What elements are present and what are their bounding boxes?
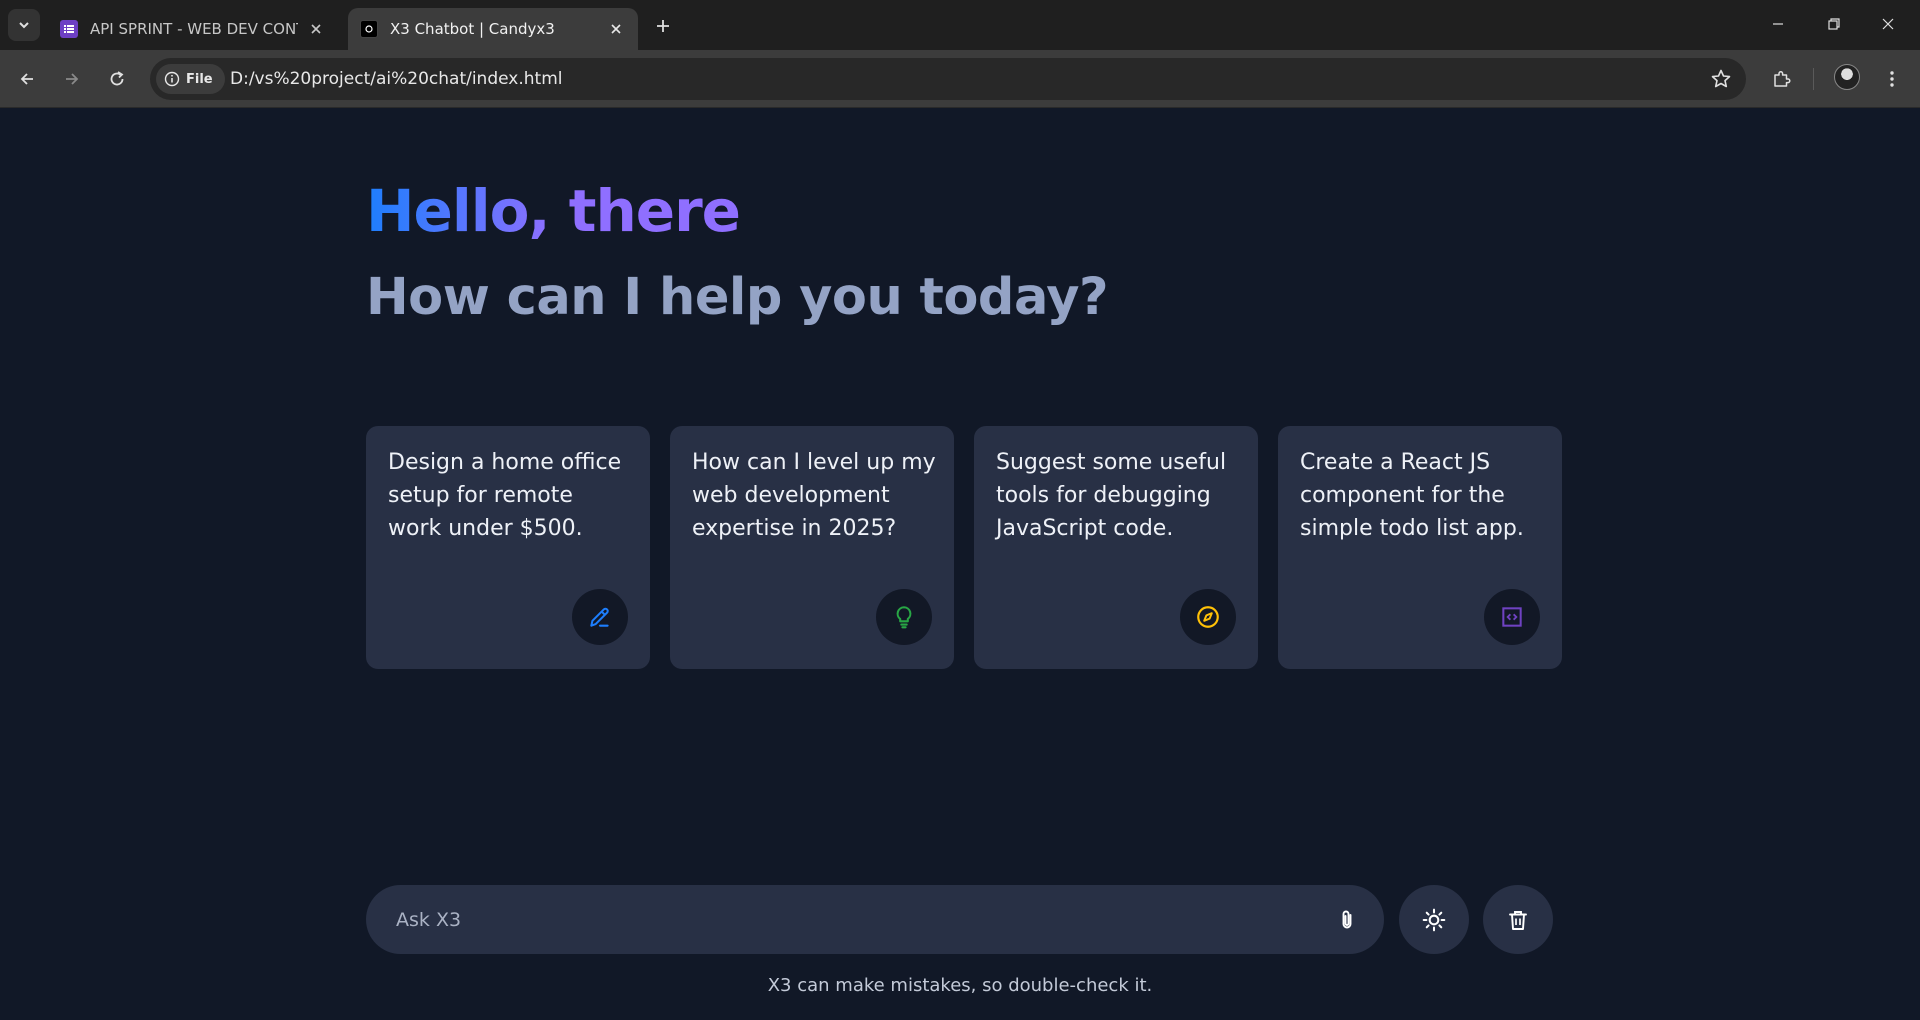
profile-avatar[interactable]: [1834, 64, 1860, 90]
suggestion-text: How can I level up my web development ex…: [692, 450, 936, 541]
suggestion-text: Design a home office setup for remote wo…: [388, 450, 622, 541]
info-icon: [164, 71, 180, 87]
tab-title: X3 Chatbot | Candyx3: [390, 20, 555, 38]
tab-title: API SPRINT - WEB DEV CONTES: [90, 20, 298, 38]
tab-x3-chatbot[interactable]: X3 Chatbot | Candyx3: [348, 8, 638, 50]
attach-file-button[interactable]: [1332, 905, 1362, 935]
tab-strip: API SPRINT - WEB DEV CONTES X3 Chatbot |…: [0, 0, 1920, 50]
suggestion-text: Suggest some useful tools for debugging …: [996, 450, 1227, 541]
arrow-right-icon: [66, 73, 79, 85]
minimize-icon: [1773, 23, 1783, 25]
compass-icon: [1180, 589, 1236, 645]
extensions-button[interactable]: [1766, 63, 1798, 95]
suggestion-card[interactable]: Create a React JS component for the simp…: [1278, 426, 1562, 669]
forms-icon: [60, 20, 78, 38]
browser-menu-button[interactable]: [1876, 63, 1908, 95]
back-button[interactable]: [11, 63, 43, 95]
tab-search-button[interactable]: [8, 9, 40, 41]
bookmark-star-icon[interactable]: [1710, 68, 1732, 90]
theme-toggle-button[interactable]: [1399, 885, 1469, 954]
chevron-down-icon: [19, 22, 29, 29]
greeting-heading: Hello, there: [366, 177, 741, 245]
site-info-chip[interactable]: File: [156, 64, 225, 94]
close-tab-icon[interactable]: [306, 19, 326, 39]
close-icon: [1882, 18, 1894, 30]
trash-icon: [1509, 910, 1527, 930]
reload-button[interactable]: [101, 63, 133, 95]
url-text[interactable]: D:/vs%20project/ai%20chat/index.html: [230, 69, 562, 89]
address-bar[interactable]: File D:/vs%20project/ai%20chat/index.htm…: [150, 58, 1746, 100]
lightbulb-icon: [876, 589, 932, 645]
toolbar-divider: [1813, 68, 1814, 90]
suggestion-card[interactable]: Suggest some useful tools for debugging …: [974, 426, 1258, 669]
browser-toolbar: File D:/vs%20project/ai%20chat/index.htm…: [0, 50, 1920, 108]
close-window-button[interactable]: [1860, 8, 1916, 40]
delete-chats-button[interactable]: [1483, 885, 1553, 954]
subheading: How can I help you today?: [366, 268, 1109, 327]
prompt-wrapper: [366, 885, 1384, 954]
suggestion-card[interactable]: Design a home office setup for remote wo…: [366, 426, 650, 669]
new-tab-button[interactable]: [650, 14, 676, 38]
close-tab-icon[interactable]: [606, 19, 626, 39]
edit-pen-icon: [572, 589, 628, 645]
reload-icon: [110, 71, 124, 86]
prompt-input[interactable]: [396, 885, 1296, 954]
puzzle-icon: [1774, 70, 1791, 87]
site-info-label: File: [186, 71, 213, 87]
restore-icon: [1828, 18, 1840, 30]
sun-icon: [1422, 908, 1446, 931]
disclaimer-text: X3 can make mistakes, so double-check it…: [767, 975, 1153, 996]
arrow-left-icon: [20, 73, 33, 85]
restore-button[interactable]: [1806, 8, 1862, 40]
minimize-button[interactable]: [1750, 8, 1806, 40]
paperclip-icon: [1342, 910, 1352, 929]
suggestion-card[interactable]: How can I level up my web development ex…: [670, 426, 954, 669]
suggestion-text: Create a React JS component for the simp…: [1300, 450, 1524, 541]
forward-button[interactable]: [56, 63, 88, 95]
more-vertical-icon: [1890, 71, 1894, 87]
plus-icon: [657, 20, 669, 32]
tab-api-sprint[interactable]: API SPRINT - WEB DEV CONTES: [48, 8, 338, 50]
code-blocks-icon: [1484, 589, 1540, 645]
chatbot-logo-icon: [360, 20, 378, 38]
